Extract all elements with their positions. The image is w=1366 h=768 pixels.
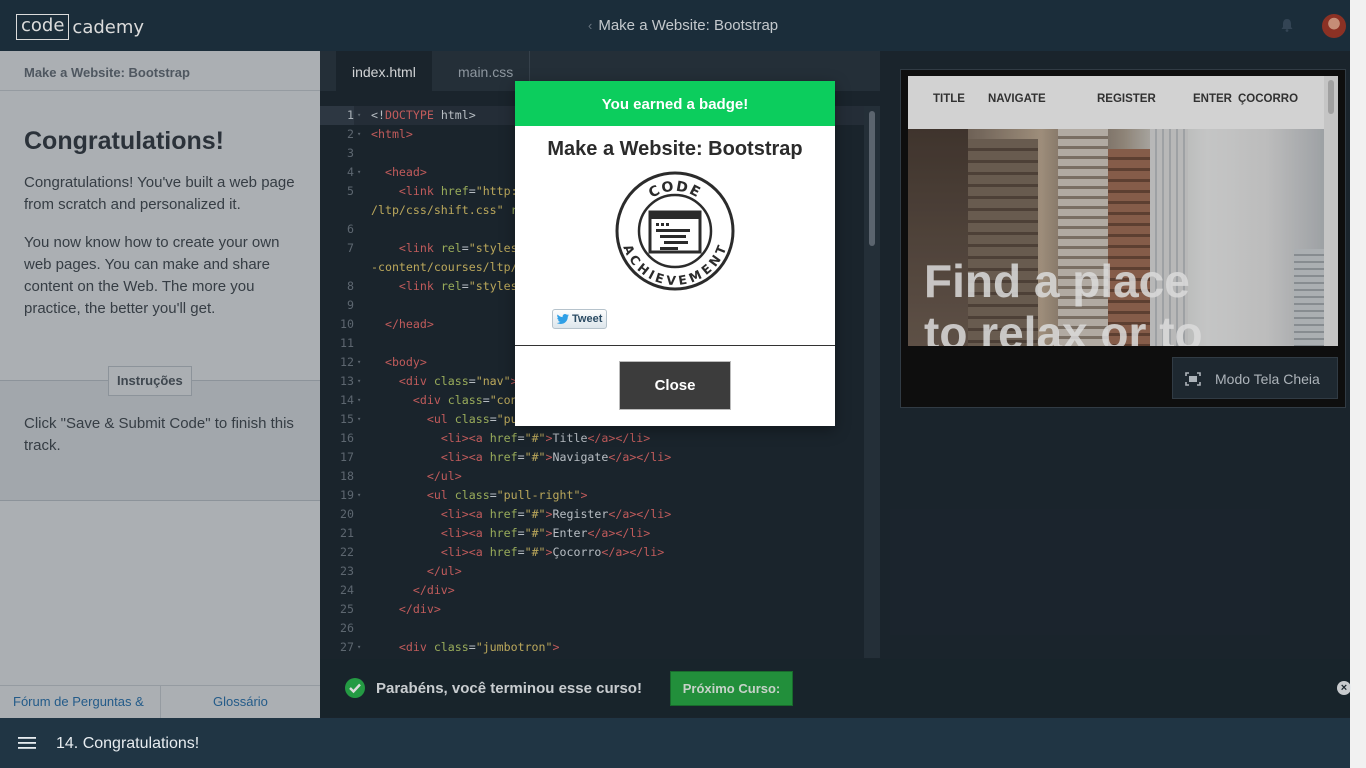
badge-modal-header: You earned a badge! bbox=[515, 81, 835, 126]
badge-modal-title: Make a Website: Bootstrap bbox=[547, 138, 803, 160]
close-modal-button[interactable]: Close bbox=[619, 361, 731, 410]
tweet-label: Tweet bbox=[572, 313, 603, 325]
window-scrollbar[interactable] bbox=[1350, 0, 1366, 768]
tweet-button[interactable]: Tweet bbox=[552, 309, 607, 329]
bottom-bar: 14. Congratulations! bbox=[0, 718, 1350, 768]
hamburger-menu-icon[interactable] bbox=[18, 737, 36, 749]
twitter-bird-icon bbox=[557, 314, 569, 324]
current-lesson-label[interactable]: 14. Congratulations! bbox=[56, 735, 199, 753]
badge-modal: You earned a badge! Make a Website: Boot… bbox=[515, 81, 835, 426]
code-achievement-badge-icon: CODE ACHIEVEMENT bbox=[615, 171, 735, 291]
modal-divider bbox=[515, 345, 835, 346]
